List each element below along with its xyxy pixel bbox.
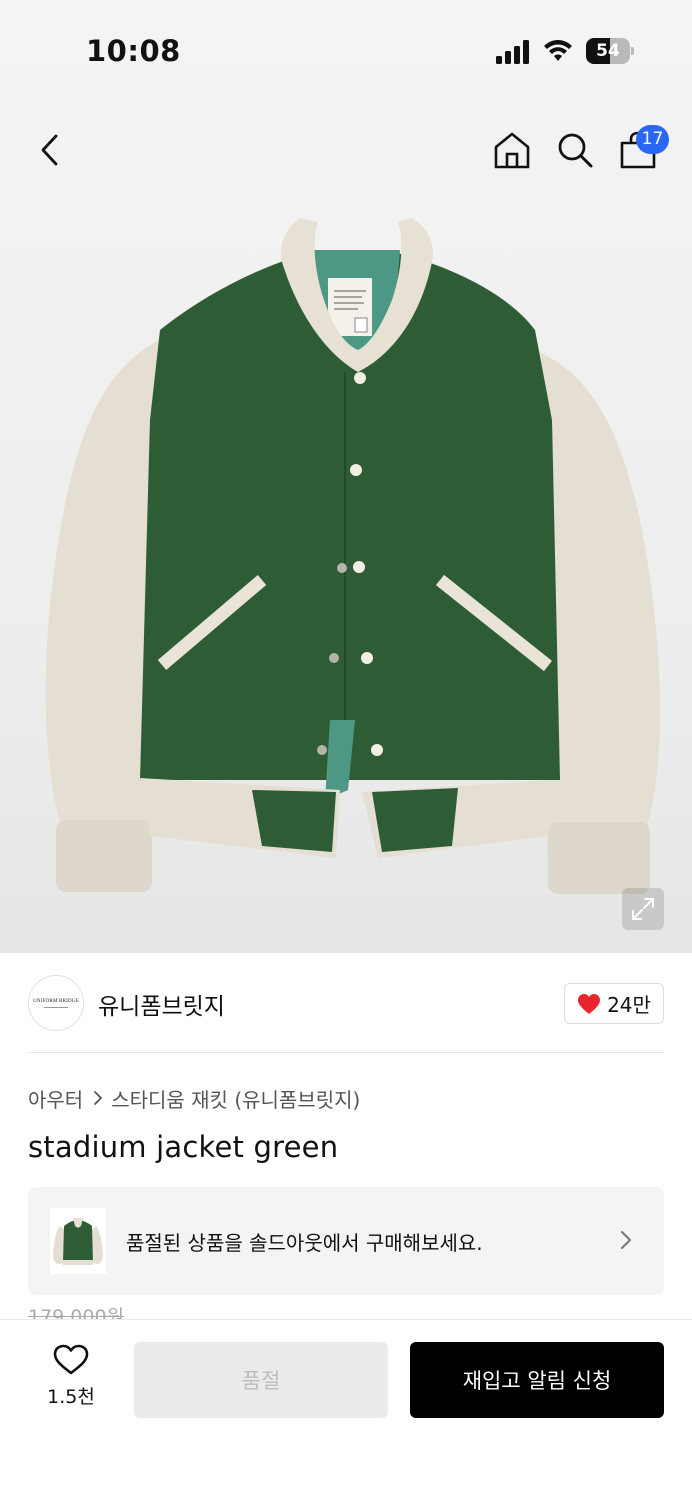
back-chevron-icon xyxy=(41,134,58,166)
back-button[interactable] xyxy=(26,120,74,180)
soldout-message: 품절된 상품을 솔드아웃에서 구매해보세요. xyxy=(126,1231,483,1255)
home-icon xyxy=(494,132,530,169)
battery-icon: 54 xyxy=(586,38,634,64)
status-time: 10:08 xyxy=(86,34,181,68)
heart-filled-icon xyxy=(578,993,601,1014)
brand-row: UNIFORM BRIDGE 유니폼브릿지 24만 xyxy=(28,975,664,1031)
breadcrumb-subcategory[interactable]: 스타디움 재킷 (유니폼브릿지) xyxy=(111,1084,360,1113)
home-button[interactable] xyxy=(488,120,536,180)
breadcrumb-category[interactable]: 아우터 xyxy=(28,1084,83,1113)
cellular-signal-icon xyxy=(496,40,529,64)
battery-level: 54 xyxy=(596,41,620,61)
brand-name[interactable]: 유니폼브릿지 xyxy=(98,987,225,1021)
top-nav xyxy=(0,120,692,180)
product-title: stadium jacket green xyxy=(28,1130,339,1164)
wifi-icon xyxy=(544,40,572,61)
chevron-right-icon xyxy=(620,1230,632,1254)
breadcrumb: 아우터 스타디움 재킷 (유니폼브릿지) xyxy=(28,1083,360,1113)
search-button[interactable] xyxy=(551,120,599,180)
soldout-link-card[interactable]: 품절된 상품을 솔드아웃에서 구매해보세요. xyxy=(28,1187,664,1295)
status-bar: 10:08 54 xyxy=(0,0,692,100)
brand-logo[interactable]: UNIFORM BRIDGE xyxy=(28,975,84,1031)
soldout-button: 품절 xyxy=(134,1342,388,1418)
wishlist-button[interactable]: 1.5천 xyxy=(36,1344,106,1414)
expand-image-button[interactable] xyxy=(622,888,664,930)
soldout-product-thumbnail xyxy=(50,1208,106,1274)
wishlist-count: 1.5천 xyxy=(47,1386,95,1408)
brand-logo-text: UNIFORM BRIDGE xyxy=(33,998,79,1004)
brand-like-button[interactable]: 24만 xyxy=(564,983,664,1024)
chevron-right-icon xyxy=(93,1090,103,1106)
brand-like-count: 24만 xyxy=(607,993,651,1017)
divider xyxy=(28,1052,664,1053)
expand-icon xyxy=(632,898,654,920)
cart-count-badge: 17 xyxy=(636,125,669,154)
heart-outline-icon xyxy=(53,1344,89,1375)
restock-alert-button[interactable]: 재입고 알림 신청 xyxy=(410,1342,664,1418)
search-icon xyxy=(558,133,593,168)
